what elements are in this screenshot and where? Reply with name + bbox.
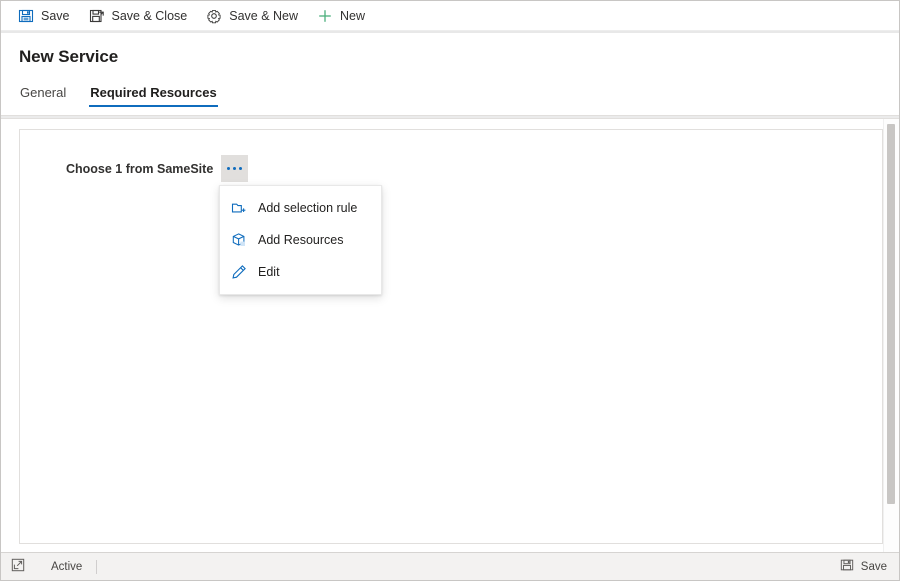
resource-context-menu: Add selection rule Add Resources Edit (219, 185, 382, 295)
requirement-ellipsis-button[interactable] (221, 155, 249, 182)
new-button[interactable]: New (312, 3, 375, 29)
menu-item-add-selection-rule[interactable]: Add selection rule (220, 192, 381, 224)
status-save-button[interactable]: Save (838, 556, 889, 577)
ellipsis-icon (227, 167, 243, 170)
tab-general[interactable]: General (19, 85, 67, 107)
popout-expand-button[interactable] (7, 557, 29, 577)
tab-strip: General Required Resources (19, 79, 899, 107)
menu-item-edit[interactable]: Edit (220, 256, 381, 288)
save-and-new-button[interactable]: Save & New (201, 3, 308, 29)
save-button-label: Save (41, 8, 70, 23)
content-scrollbar-thumb[interactable] (887, 124, 895, 504)
content-scroll-area: Choose 1 from SameSite Add selection rul… (1, 119, 883, 552)
folder-add-icon (231, 200, 247, 216)
form-header: New Service General Required Resources (1, 33, 899, 107)
save-and-close-icon (89, 8, 105, 24)
save-button[interactable]: Save (13, 3, 80, 29)
menu-item-label: Edit (258, 265, 280, 279)
save-and-new-icon (206, 8, 222, 24)
save-and-close-label: Save & Close (111, 8, 188, 23)
required-resources-panel: Choose 1 from SameSite Add selection rul… (19, 129, 883, 544)
content-scrollbar[interactable] (883, 119, 899, 552)
requirement-row: Choose 1 from SameSite (20, 130, 882, 182)
save-floppy-icon (840, 558, 854, 575)
save-floppy-icon (18, 8, 34, 24)
pencil-icon (231, 264, 247, 280)
application-window: Save Save & Close Save & New New New Ser… (0, 0, 900, 581)
content-region: Choose 1 from SameSite Add selection rul… (1, 119, 899, 552)
menu-item-label: Add selection rule (258, 201, 358, 215)
menu-item-label: Add Resources (258, 233, 344, 247)
plus-icon (317, 8, 333, 24)
popout-expand-icon (11, 558, 25, 575)
save-and-close-button[interactable]: Save & Close (84, 3, 198, 29)
save-and-new-label: Save & New (229, 8, 299, 23)
requirement-label: Choose 1 from SameSite (66, 161, 214, 176)
status-state-text: Active (51, 559, 98, 574)
box-3d-icon (231, 232, 247, 248)
menu-item-add-resources[interactable]: Add Resources (220, 224, 381, 256)
page-title: New Service (19, 47, 119, 66)
tab-required-resources[interactable]: Required Resources (89, 85, 219, 107)
status-save-label: Save (860, 560, 887, 573)
command-bar: Save Save & Close Save & New New (1, 1, 899, 30)
new-button-label: New (340, 8, 366, 23)
status-bar: Active Save (1, 552, 899, 580)
